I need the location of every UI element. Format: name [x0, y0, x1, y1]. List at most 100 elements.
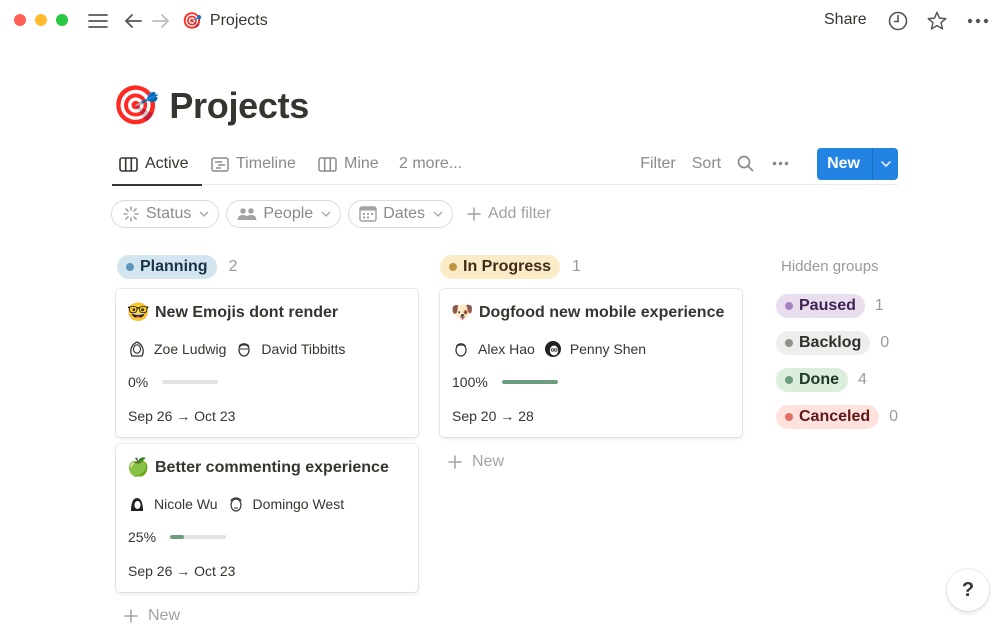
card-people: Alex Hao Penny Shen: [452, 340, 655, 358]
filter-bar: Status People Dates Add filter: [111, 200, 551, 228]
avatar: [227, 495, 245, 513]
new-button[interactable]: New: [817, 148, 872, 180]
person[interactable]: David Tibbitts: [235, 340, 345, 358]
status-pill[interactable]: Canceled: [776, 405, 880, 429]
avatar: [128, 495, 146, 513]
tab-label: Active: [145, 155, 189, 172]
hidden-group-paused[interactable]: Paused 1: [776, 294, 884, 318]
status-dot: [785, 302, 793, 310]
view-more-options-icon[interactable]: [772, 161, 789, 166]
timeline-icon: [211, 156, 229, 172]
tab-active[interactable]: Active: [119, 152, 189, 176]
tab-label: Timeline: [236, 155, 296, 172]
add-filter-button[interactable]: Add filter: [467, 205, 551, 223]
group-count: 1: [874, 297, 884, 314]
status-dot: [785, 376, 793, 384]
status-label: Done: [799, 371, 839, 388]
forward-arrow-icon[interactable]: [151, 10, 171, 32]
green-apple-emoji-icon: 🍏: [127, 457, 150, 477]
person-name: Alex Hao: [478, 341, 535, 357]
project-card[interactable]: 🍏 Better commenting experience Nicole Wu…: [116, 444, 418, 592]
person-name: Penny Shen: [569, 341, 647, 357]
group-count: 1: [572, 258, 581, 275]
hidden-group-done[interactable]: Done 4: [776, 368, 867, 392]
new-button-group: New: [817, 147, 898, 180]
progress-fill: [170, 535, 185, 539]
progress-label: 0%: [128, 374, 149, 390]
window-topbar: 🎯 Projects Share: [0, 0, 1008, 44]
add-card-planning-button[interactable]: New: [124, 607, 180, 625]
status-pill-in-progress[interactable]: In Progress: [440, 255, 561, 279]
person[interactable]: Nicole Wu: [128, 495, 218, 513]
history-clock-icon[interactable]: [887, 10, 909, 32]
card-dates: Sep 26 → Oct 23: [128, 408, 236, 424]
group-header-in-progress: In Progress 1: [440, 255, 581, 279]
back-arrow-icon[interactable]: [123, 10, 143, 32]
dog-face-emoji-icon: 🐶: [451, 302, 474, 322]
maximize-window-button[interactable]: [56, 14, 68, 26]
status-dot: [785, 413, 793, 421]
project-card[interactable]: 🐶 Dogfood new mobile experience Alex Hao…: [440, 289, 742, 437]
progress-bar: [501, 380, 558, 384]
group-count: 2: [228, 258, 238, 275]
page-title[interactable]: Projects: [169, 85, 309, 127]
board-icon: [119, 156, 138, 172]
help-button[interactable]: ?: [947, 569, 989, 611]
card-progress: 25%: [128, 529, 227, 545]
filter-button[interactable]: Filter: [640, 155, 676, 173]
status-dot: [126, 263, 134, 271]
card-title: 🐶 Dogfood new mobile experience: [451, 302, 724, 323]
active-tab-indicator: [112, 184, 202, 186]
new-dropdown-button[interactable]: [872, 147, 898, 180]
more-options-icon[interactable]: [966, 10, 990, 32]
chip-label: Dates: [383, 205, 425, 222]
progress-label: 25%: [128, 529, 157, 545]
minimize-window-button[interactable]: [35, 14, 47, 26]
target-emoji-icon[interactable]: 🎯: [112, 84, 159, 128]
person[interactable]: Alex Hao: [452, 340, 535, 358]
new-card-label: New: [148, 607, 181, 624]
tab-timeline[interactable]: Timeline: [211, 152, 296, 176]
search-icon[interactable]: [737, 155, 754, 172]
tab-label: Mine: [344, 155, 379, 172]
new-card-label: New: [472, 453, 505, 470]
project-card[interactable]: 🤓 New Emojis dont render Zoe Ludwig Davi…: [116, 289, 418, 437]
people-filter-chip[interactable]: People: [226, 200, 342, 228]
avatar: [544, 340, 562, 358]
card-people: Nicole Wu Domingo West: [128, 495, 353, 513]
card-title-text: Dogfood new mobile experience: [479, 303, 725, 321]
tab-mine[interactable]: Mine: [318, 152, 379, 176]
hidden-group-canceled[interactable]: Canceled 0: [776, 405, 898, 429]
target-emoji-icon: 🎯: [182, 13, 202, 30]
share-button[interactable]: Share: [824, 11, 867, 29]
status-filter-chip[interactable]: Status: [111, 200, 220, 228]
more-views-button[interactable]: 2 more...: [399, 152, 462, 176]
person-name: Domingo West: [252, 496, 345, 512]
card-title-text: New Emojis dont render: [155, 303, 339, 321]
person-name: David Tibbitts: [261, 341, 346, 357]
card-progress: 100%: [452, 374, 558, 390]
status-pill-planning[interactable]: Planning: [117, 255, 217, 279]
add-card-in-progress-button[interactable]: New: [448, 453, 504, 471]
avatar: [452, 340, 470, 358]
dates-filter-chip[interactable]: Dates: [348, 200, 453, 228]
page-header: 🎯 Projects: [112, 84, 309, 128]
status-pill[interactable]: Done: [776, 368, 848, 392]
person[interactable]: Zoe Ludwig: [128, 340, 226, 358]
card-title: 🤓 New Emojis dont render: [127, 302, 338, 323]
close-window-button[interactable]: [14, 14, 26, 26]
view-actions: Filter Sort New: [640, 147, 898, 180]
status-pill[interactable]: Backlog: [776, 331, 871, 355]
status-pill[interactable]: Paused: [776, 294, 865, 318]
status-label: Paused: [799, 297, 856, 314]
hidden-group-backlog[interactable]: Backlog 0: [776, 331, 889, 355]
sidebar-menu-icon[interactable]: [88, 10, 108, 32]
group-count: 0: [880, 334, 890, 351]
person[interactable]: Penny Shen: [544, 340, 646, 358]
card-title: 🍏 Better commenting experience: [127, 457, 389, 478]
person[interactable]: Domingo West: [227, 495, 345, 513]
sort-button[interactable]: Sort: [692, 155, 721, 173]
breadcrumb[interactable]: 🎯 Projects: [182, 10, 268, 32]
favorite-star-icon[interactable]: [926, 10, 948, 32]
hidden-groups-title: Hidden groups: [781, 258, 879, 275]
